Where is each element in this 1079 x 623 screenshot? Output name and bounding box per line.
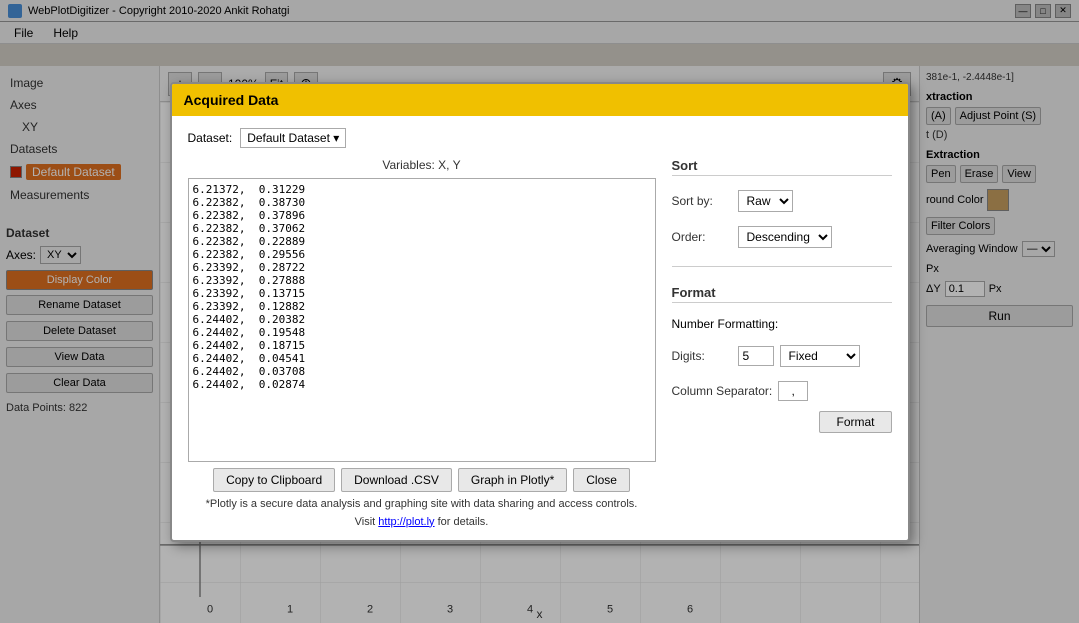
dialog-dataset-value: Default Dataset [247,131,330,145]
plotly-note-text: *Plotly is a secure data analysis and gr… [206,498,638,510]
order-dropdown[interactable]: Descending Ascending [738,226,832,248]
order-row: Order: Descending Ascending [672,226,892,248]
acquired-dialog: Acquired Data Dataset: Default Dataset ▾… [170,82,910,542]
dialog-dataset-label: Dataset: [188,131,233,145]
graph-plotly-button[interactable]: Graph in Plotly* [458,468,567,492]
number-formatting-row: Number Formatting: [672,317,892,331]
data-actions: Copy to Clipboard Download .CSV Graph in… [188,468,656,492]
format-section-title: Format [672,285,892,303]
data-panel: Variables: X, Y Copy to Clipboard Downlo… [188,158,656,528]
digits-label: Digits: [672,349,732,363]
sort-section-title: Sort [672,158,892,176]
variables-label: Variables: X, Y [188,158,656,172]
number-formatting-label: Number Formatting: [672,317,779,331]
plotly-link[interactable]: http://plot.ly [378,516,434,528]
dialog-dataset-row: Dataset: Default Dataset ▾ [188,128,892,148]
sort-format-panel: Sort Sort by: Raw X Y Order: Descending [672,158,892,528]
modal-overlay: Acquired Data Dataset: Default Dataset ▾… [0,0,1079,623]
format-divider [672,266,892,275]
column-separator-input[interactable] [778,381,808,401]
format-button[interactable]: Format [819,411,891,433]
close-button-dialog[interactable]: Close [573,468,630,492]
column-separator-row: Column Separator: [672,381,892,401]
copy-clipboard-button[interactable]: Copy to Clipboard [213,468,335,492]
sort-by-label: Sort by: [672,194,732,208]
sort-by-dropdown[interactable]: Raw X Y [738,190,793,212]
digits-row: Digits: 5 Fixed Precision [672,345,892,367]
dialog-content-row: Variables: X, Y Copy to Clipboard Downlo… [188,158,892,528]
visit-text: Visit [355,516,379,528]
plotly-visit-row: Visit http://plot.ly for details. [188,516,656,528]
fixed-dropdown[interactable]: Fixed Precision [780,345,860,367]
dialog-dataset-arrow: ▾ [333,131,339,145]
for-details-text: for details. [435,516,489,528]
plotly-note: *Plotly is a secure data analysis and gr… [188,498,656,510]
data-textarea[interactable] [188,178,656,462]
column-separator-label: Column Separator: [672,384,773,398]
dialog-dataset-dropdown[interactable]: Default Dataset ▾ [240,128,346,148]
dialog-body: Dataset: Default Dataset ▾ Variables: X,… [172,116,908,540]
digits-input[interactable]: 5 [738,346,774,366]
dialog-title: Acquired Data [172,84,908,116]
sort-by-row: Sort by: Raw X Y [672,190,892,212]
download-csv-button[interactable]: Download .CSV [341,468,452,492]
order-label: Order: [672,230,732,244]
